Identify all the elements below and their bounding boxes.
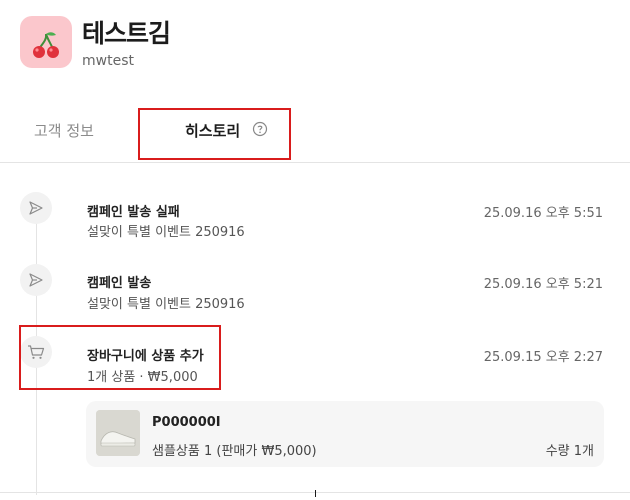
history-item-icon: [20, 264, 52, 296]
history-item-subtitle: 설맞이 특별 이벤트 250916: [87, 225, 245, 240]
history-item-title: 캠페인 발송: [87, 276, 152, 291]
tab-customer-info[interactable]: 고객 정보: [34, 120, 94, 141]
history-item-title: 캠페인 발송 실패: [87, 205, 180, 220]
send-icon: [29, 201, 43, 215]
product-quantity: 수량 1개: [545, 444, 594, 459]
product-thumbnail: [96, 410, 140, 456]
cherry-icon: [33, 32, 59, 58]
highlight-box-event: [19, 325, 221, 390]
customer-name: 테스트김: [82, 19, 171, 48]
history-item-time: 25.09.16 오후 5:51: [483, 206, 603, 221]
product-code: P000000I: [152, 415, 221, 430]
highlight-box-tab: [138, 108, 291, 160]
product-card[interactable]: P000000I 샘플상품 1 (판매가 ₩5,000) 수량 1개: [86, 401, 604, 467]
send-icon: [29, 273, 43, 287]
history-item-time: 25.09.15 오후 2:27: [483, 350, 603, 365]
profile-avatar: [20, 16, 72, 68]
history-item-icon: [20, 192, 52, 224]
product-name-price: 샘플상품 1 (판매가 ₩5,000): [152, 444, 317, 459]
history-item-subtitle: 설맞이 특별 이벤트 250916: [87, 297, 245, 312]
tab-divider: [0, 162, 630, 163]
customer-id: mwtest: [82, 53, 134, 69]
sneaker-icon: [96, 410, 140, 456]
history-item-time: 25.09.16 오후 5:21: [483, 277, 603, 292]
